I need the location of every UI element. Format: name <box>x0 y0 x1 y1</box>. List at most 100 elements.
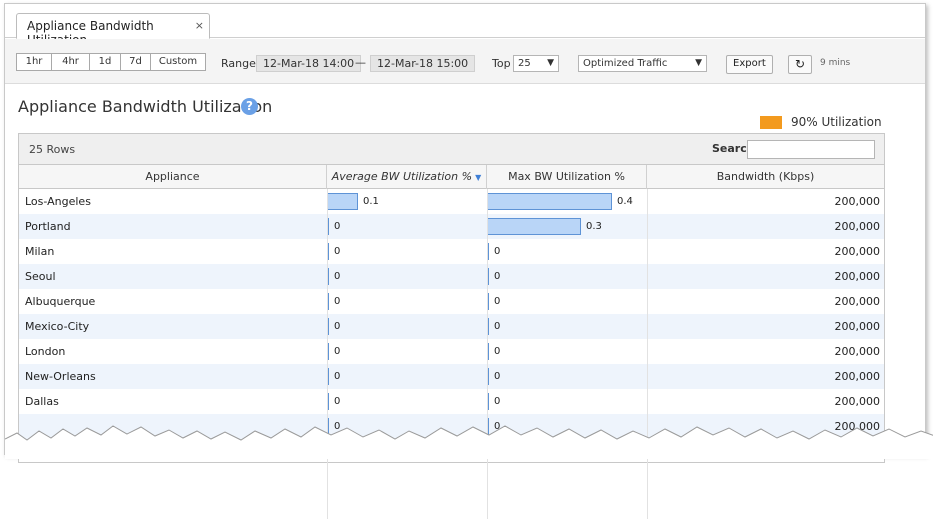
max-utilization-value: 0.3 <box>586 221 602 232</box>
column-divider <box>327 189 328 519</box>
chevron-down-icon: ▼ <box>695 58 702 68</box>
bandwidth-value: 200,000 <box>834 245 881 258</box>
sort-desc-icon: ▼ <box>475 173 482 182</box>
range-separator: — <box>355 56 366 69</box>
column-avg-utilization[interactable]: Average BW Utilization % ▼ <box>327 165 487 189</box>
range-1hr-button[interactable]: 1hr <box>16 53 52 71</box>
range-7d-button[interactable]: 7d <box>120 53 151 71</box>
range-1d-button[interactable]: 1d <box>89 53 121 71</box>
appliance-name: London <box>25 345 66 358</box>
row-count: 25 Rows <box>29 143 76 156</box>
max-utilization-value: 0 <box>494 246 501 257</box>
table-row[interactable]: Milan 0 0 200,000 <box>19 239 884 264</box>
bandwidth-value: 200,000 <box>834 345 881 358</box>
avg-utilization-value: 0 <box>334 346 341 357</box>
column-bandwidth-label: Bandwidth (Kbps) <box>716 170 815 183</box>
legend-label: 90% Utilization <box>791 115 882 129</box>
column-avg-utilization-label: Average BW Utilization % <box>331 170 473 183</box>
bandwidth-value: 200,000 <box>834 195 881 208</box>
top-count-select[interactable]: 25 ▼ <box>513 55 559 72</box>
range-custom-button[interactable]: Custom <box>150 53 206 71</box>
legend-swatch <box>760 116 782 129</box>
time-range-buttons: 1hr 4hr 1d 7d Custom <box>16 53 206 71</box>
refresh-icon: ↻ <box>794 57 806 71</box>
max-utilization-bar <box>487 193 612 210</box>
tab-bar: Appliance Bandwidth Utilization × <box>5 4 925 47</box>
appliance-name: Milan <box>25 245 55 258</box>
toolbar: 1hr 4hr 1d 7d Custom Range 12-Mar-18 14:… <box>5 39 925 84</box>
avg-utilization-cell: 0 <box>327 289 487 314</box>
column-headers: Appliance Average BW Utilization % ▼ Max … <box>19 165 884 189</box>
bandwidth-value: 200,000 <box>834 220 881 233</box>
table-row[interactable]: London 0 0 200,000 <box>19 339 884 364</box>
avg-utilization-value: 0.1 <box>363 196 379 207</box>
table-row[interactable]: Albuquerque 0 0 200,000 <box>19 289 884 314</box>
appliance-name: Albuquerque <box>25 295 96 308</box>
close-icon[interactable]: × <box>195 19 204 32</box>
avg-utilization-cell: 0 <box>327 339 487 364</box>
table-row[interactable]: Seoul 0 0 200,000 <box>19 264 884 289</box>
max-utilization-cell: 0.3 <box>487 214 647 239</box>
max-utilization-value: 0 <box>494 271 501 282</box>
bandwidth-value: 200,000 <box>834 320 881 333</box>
table-row[interactable]: Portland 0 0.3 200,000 <box>19 214 884 239</box>
search-input[interactable] <box>747 140 875 159</box>
avg-utilization-value: 0 <box>334 271 341 282</box>
appliance-name: New-Orleans <box>25 370 96 383</box>
refresh-interval: 9 mins <box>820 58 851 68</box>
export-button[interactable]: Export <box>726 55 773 74</box>
max-utilization-cell: 0 <box>487 364 647 389</box>
table-row[interactable]: Mexico-City 0 0 200,000 <box>19 314 884 339</box>
column-divider <box>647 189 648 519</box>
appliance-name: Mexico-City <box>25 320 90 333</box>
max-utilization-cell: 0 <box>487 264 647 289</box>
avg-utilization-cell: 0 <box>327 239 487 264</box>
bandwidth-value: 200,000 <box>834 270 881 283</box>
page-title: Appliance Bandwidth Utilization <box>18 97 273 116</box>
column-max-utilization-label: Max BW Utilization % <box>508 170 625 183</box>
app-window: Appliance Bandwidth Utilization × 1hr 4h… <box>4 3 933 519</box>
max-utilization-value: 0 <box>494 346 501 357</box>
bandwidth-value: 200,000 <box>834 370 881 383</box>
range-start-field[interactable]: 12-Mar-18 14:00 <box>256 55 362 72</box>
max-utilization-cell: 0 <box>487 314 647 339</box>
column-appliance-label: Appliance <box>145 170 200 183</box>
column-appliance[interactable]: Appliance <box>19 165 327 189</box>
help-icon[interactable]: ? <box>241 98 258 115</box>
refresh-button[interactable]: ↻ <box>788 55 812 74</box>
appliance-name: Portland <box>25 220 71 233</box>
range-4hr-button[interactable]: 4hr <box>51 53 90 71</box>
table-row[interactable]: New-Orleans 0 0 200,000 <box>19 364 884 389</box>
chevron-down-icon: ▼ <box>547 58 554 68</box>
appliance-name: Los-Angeles <box>25 195 91 208</box>
max-utilization-value: 0 <box>494 371 501 382</box>
avg-utilization-bar <box>327 193 358 210</box>
column-max-utilization[interactable]: Max BW Utilization % <box>487 165 647 189</box>
max-utilization-cell: 0 <box>487 239 647 264</box>
range-end-field[interactable]: 12-Mar-18 15:00 <box>370 55 476 72</box>
avg-utilization-cell: 0 <box>327 214 487 239</box>
avg-utilization-value: 0 <box>334 246 341 257</box>
top-count-value: 25 <box>518 58 531 69</box>
max-utilization-value: 0 <box>494 321 501 332</box>
column-divider <box>487 189 488 519</box>
torn-edge <box>5 425 933 459</box>
max-utilization-value: 0 <box>494 296 501 307</box>
column-bandwidth[interactable]: Bandwidth (Kbps) <box>647 165 884 189</box>
avg-utilization-value: 0 <box>334 321 341 332</box>
avg-utilization-cell: 0 <box>327 314 487 339</box>
range-label: Range <box>221 57 256 70</box>
avg-utilization-cell: 0.1 <box>327 189 487 214</box>
avg-utilization-cell: 0 <box>327 364 487 389</box>
max-utilization-cell: 0 <box>487 339 647 364</box>
appliance-name: Seoul <box>25 270 56 283</box>
top-label: Top <box>492 57 511 70</box>
avg-utilization-cell: 0 <box>327 264 487 289</box>
tab-appliance-bandwidth[interactable]: Appliance Bandwidth Utilization × <box>16 13 210 47</box>
avg-utilization-value: 0 <box>334 296 341 307</box>
traffic-type-select[interactable]: Optimized Traffic ▼ <box>578 55 707 72</box>
table-row[interactable]: Los-Angeles 0.1 0.4 200,000 <box>19 189 884 214</box>
max-utilization-bar <box>487 218 581 235</box>
max-utilization-cell: 0.4 <box>487 189 647 214</box>
traffic-type-value: Optimized Traffic <box>583 58 668 69</box>
